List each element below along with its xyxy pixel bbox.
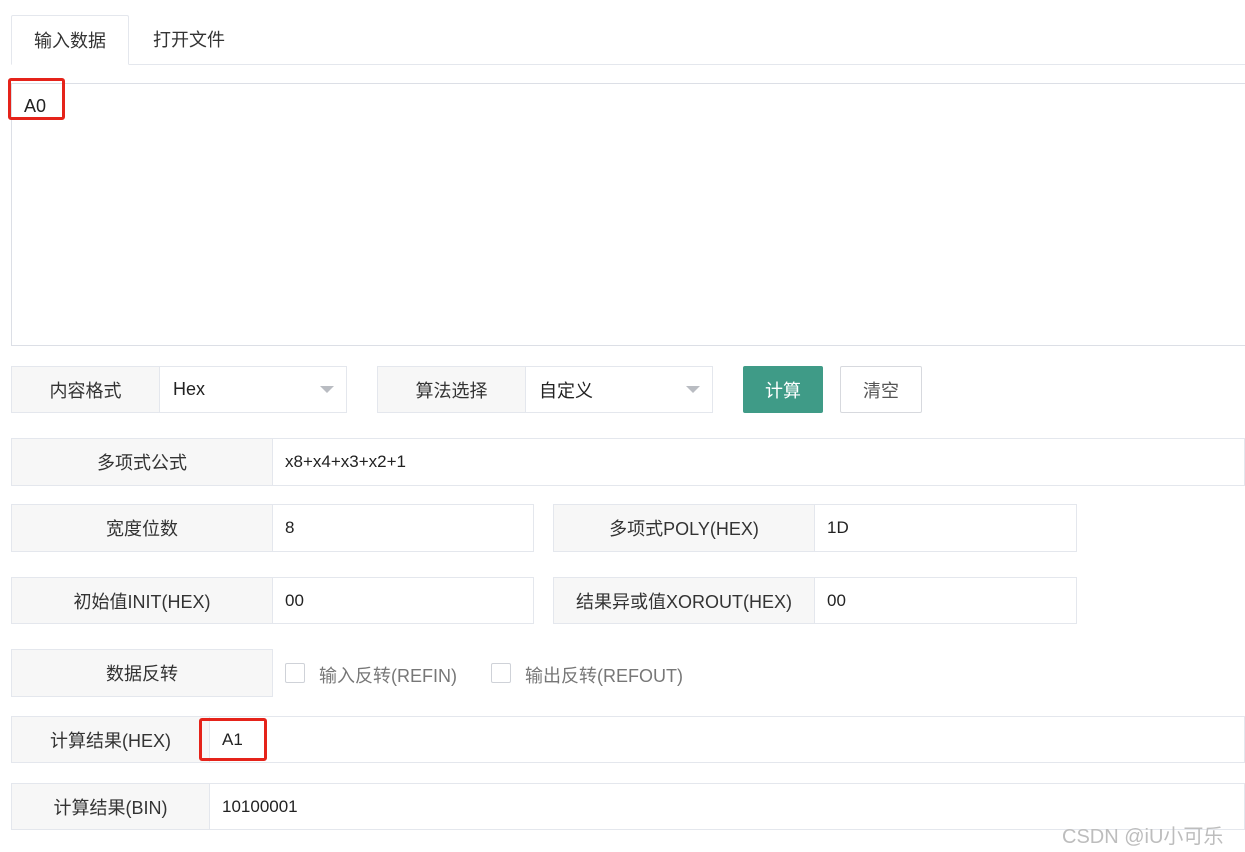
- watermark: CSDN @iU小可乐: [1062, 826, 1224, 848]
- refin-label[interactable]: 输入反转(REFIN): [319, 662, 457, 688]
- init-input[interactable]: 00: [272, 577, 534, 624]
- format-select-value: Hex: [173, 379, 206, 399]
- chevron-down-icon: [686, 386, 700, 393]
- result-hex-output[interactable]: A1: [209, 716, 1245, 763]
- format-select[interactable]: Hex: [159, 366, 347, 413]
- algorithm-select[interactable]: 自定义: [525, 366, 713, 413]
- refout-checkbox[interactable]: [491, 663, 511, 683]
- xorout-input[interactable]: 00: [814, 577, 1077, 624]
- polynomial-formula-label: 多项式公式: [11, 438, 273, 486]
- algorithm-select-value: 自定义: [539, 380, 593, 401]
- init-label: 初始值INIT(HEX): [11, 577, 273, 624]
- chevron-down-icon: [320, 386, 334, 393]
- poly-input[interactable]: 1D: [814, 504, 1077, 552]
- data-input-textarea[interactable]: [11, 83, 1245, 346]
- polynomial-formula-input[interactable]: x8+x4+x3+x2+1: [272, 438, 1245, 486]
- width-label: 宽度位数: [11, 504, 273, 552]
- result-bin-label: 计算结果(BIN): [11, 783, 210, 830]
- tab-open-file[interactable]: 打开文件: [130, 15, 248, 65]
- clear-button[interactable]: 清空: [840, 366, 922, 413]
- algorithm-label: 算法选择: [377, 366, 526, 413]
- compute-button[interactable]: 计算: [743, 366, 823, 413]
- tab-input-data[interactable]: 输入数据: [11, 15, 129, 65]
- result-hex-label: 计算结果(HEX): [11, 716, 210, 763]
- poly-label: 多项式POLY(HEX): [553, 504, 815, 552]
- width-input[interactable]: 8: [272, 504, 534, 552]
- format-label: 内容格式: [11, 366, 160, 413]
- refout-label[interactable]: 输出反转(REFOUT): [525, 662, 683, 688]
- refin-checkbox[interactable]: [285, 663, 305, 683]
- xorout-label: 结果异或值XOROUT(HEX): [553, 577, 815, 624]
- data-reverse-label: 数据反转: [11, 649, 273, 697]
